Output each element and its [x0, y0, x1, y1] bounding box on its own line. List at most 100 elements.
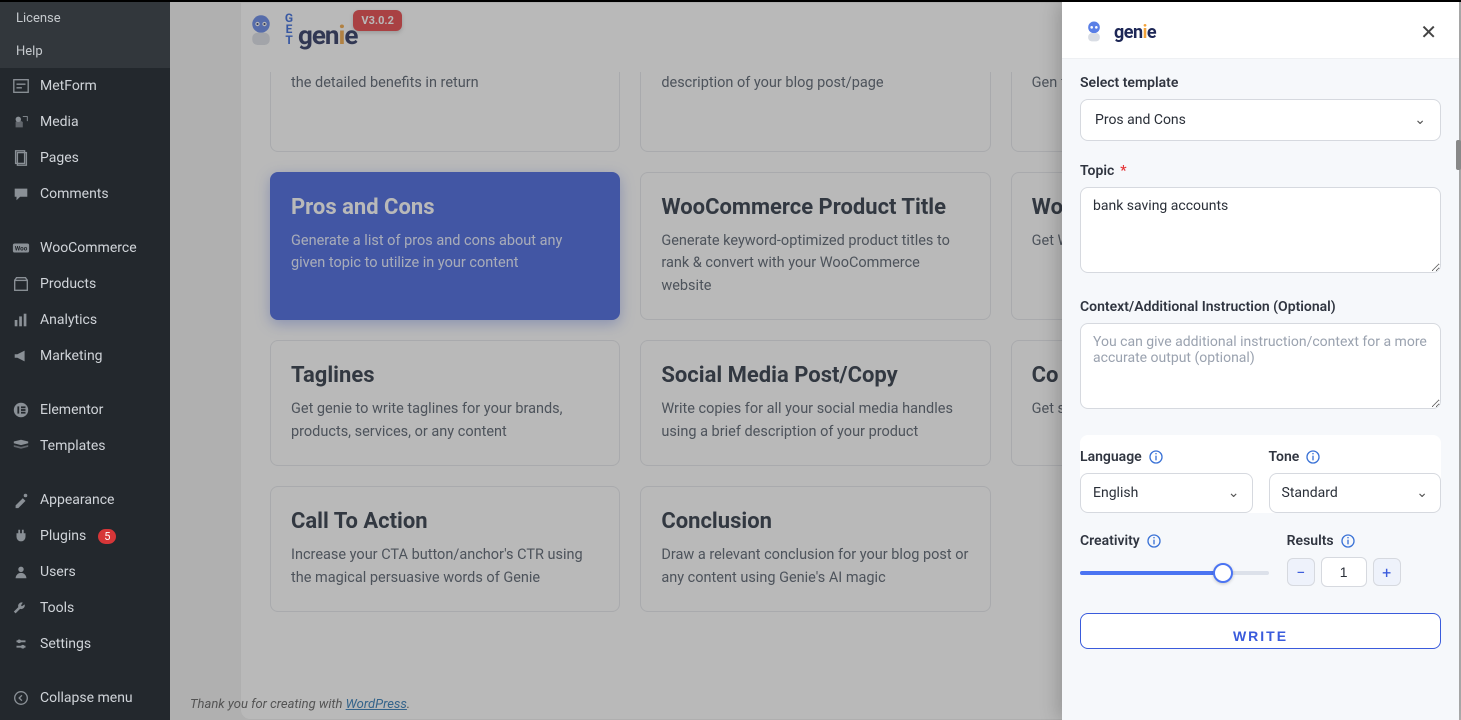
- chevron-down-icon: ⌄: [1228, 485, 1240, 501]
- language-select[interactable]: English ⌄: [1080, 473, 1253, 513]
- comments-icon: [12, 185, 30, 203]
- update-count-badge: 5: [98, 529, 116, 544]
- analytics-icon: [12, 311, 30, 329]
- genie-logo-icon: [240, 10, 282, 52]
- creativity-label: Creativity: [1080, 533, 1269, 549]
- select-template-dropdown[interactable]: Pros and Cons ⌄: [1080, 99, 1441, 141]
- topic-label-text: Topic: [1080, 163, 1114, 179]
- sidebar-item-settings[interactable]: Settings: [0, 626, 170, 662]
- pages-icon: [12, 149, 30, 167]
- sidebar-item-label: Plugins: [40, 528, 86, 544]
- results-label: Results: [1287, 533, 1441, 549]
- drawer-resizer-handle[interactable]: [1456, 140, 1461, 170]
- marketing-icon: [12, 347, 30, 365]
- sidebar-sub-help[interactable]: Help: [0, 35, 170, 68]
- slider-thumb[interactable]: [1213, 563, 1233, 583]
- sidebar-item-metform[interactable]: MetForm: [0, 68, 170, 104]
- sidebar-item-analytics[interactable]: Analytics: [0, 302, 170, 338]
- template-card-conclusion[interactable]: ConclusionDraw a relevant conclusion for…: [640, 486, 990, 612]
- version-badge: V3.0.2: [353, 10, 402, 31]
- template-card-social[interactable]: Social Media Post/CopyWrite copies for a…: [640, 340, 990, 466]
- language-value: English: [1093, 485, 1138, 501]
- wp-admin-sidebar: License Help MetForm Media PagesComments Wo…: [0, 2, 170, 720]
- products-icon: [12, 275, 30, 293]
- close-icon[interactable]: ✕: [1416, 16, 1441, 48]
- metform-icon: [12, 77, 30, 95]
- footer-suffix: .: [407, 697, 410, 712]
- sidebar-item-elementor[interactable]: Elementor: [0, 392, 170, 428]
- footer-credit: Thank you for creating with WordPress.: [190, 697, 410, 712]
- template-card-woo-title[interactable]: WooCommerce Product TitleGenerate keywor…: [640, 172, 990, 320]
- sidebar-item-label: Marketing: [40, 348, 103, 364]
- info-icon[interactable]: [1305, 449, 1321, 465]
- template-card-desc: Write copies for all your social media h…: [661, 398, 969, 443]
- template-card-title: WooCommerce Product Title: [661, 195, 969, 220]
- footer-wordpress-link[interactable]: WordPress: [346, 697, 407, 712]
- context-textarea[interactable]: [1080, 323, 1441, 409]
- template-card-pros-cons[interactable]: Pros and ConsGenerate a list of pros and…: [270, 172, 620, 320]
- sidebar-item-templates[interactable]: Templates: [0, 428, 170, 464]
- sidebar-item-appearance[interactable]: Appearance: [0, 482, 170, 518]
- collapse-icon: [12, 689, 30, 707]
- topic-textarea[interactable]: [1080, 187, 1441, 273]
- results-increment-button[interactable]: +: [1373, 558, 1401, 586]
- drawer-brand-text: genie: [1114, 22, 1156, 43]
- sidebar-item-label: Templates: [40, 438, 106, 454]
- sidebar-item-marketing[interactable]: Marketing: [0, 338, 170, 374]
- results-decrement-button[interactable]: −: [1287, 558, 1315, 586]
- creativity-label-text: Creativity: [1080, 533, 1140, 549]
- template-card-taglines[interactable]: TaglinesGet genie to write taglines for …: [270, 340, 620, 466]
- footer-prefix: Thank you for creating with: [190, 697, 346, 712]
- drawer-header: genie ✕: [1062, 2, 1459, 59]
- select-template-value: Pros and Cons: [1095, 112, 1186, 128]
- template-card-r0c1[interactable]: description of your blog post/page: [640, 72, 990, 152]
- sidebar-item-label: Settings: [40, 636, 91, 652]
- sidebar-item-label: Analytics: [40, 312, 97, 328]
- template-card-title: Conclusion: [661, 509, 969, 534]
- sidebar-item-comments[interactable]: Comments: [0, 176, 170, 212]
- template-card-title: Call To Action: [291, 509, 599, 534]
- sidebar-item-tools[interactable]: Tools: [0, 590, 170, 626]
- sidebar-item-plugins[interactable]: Plugins 5: [0, 518, 170, 554]
- sidebar-item-label: Users: [40, 564, 76, 580]
- results-label-text: Results: [1287, 533, 1334, 549]
- sidebar-item-label: WooCommerce: [40, 240, 137, 256]
- tone-label-text: Tone: [1269, 449, 1300, 465]
- sidebar-sub-label: License: [16, 11, 61, 26]
- chevron-down-icon: ⌄: [1414, 112, 1426, 128]
- sidebar-item-woocommerce[interactable]: Woo WooCommerce: [0, 230, 170, 266]
- brand-name: GETgenie: [282, 11, 357, 51]
- genie-logo-icon: [1080, 18, 1108, 46]
- info-icon[interactable]: [1340, 533, 1356, 549]
- sidebar-item-label: Appearance: [40, 492, 114, 508]
- language-label-text: Language: [1080, 449, 1142, 465]
- select-template-label: Select template: [1080, 75, 1441, 91]
- results-input[interactable]: [1321, 557, 1367, 587]
- elementor-icon: [12, 401, 30, 419]
- sidebar-item-collapse[interactable]: Collapse menu: [0, 680, 170, 716]
- tone-value: Standard: [1282, 485, 1338, 501]
- slider-fill: [1080, 571, 1223, 575]
- sidebar-item-label: Media: [40, 114, 79, 130]
- sidebar-item-pages[interactable]: Pages: [0, 140, 170, 176]
- info-icon[interactable]: [1146, 533, 1162, 549]
- info-icon[interactable]: [1148, 449, 1164, 465]
- sidebar-item-users[interactable]: Users: [0, 554, 170, 590]
- creativity-slider[interactable]: [1080, 559, 1269, 587]
- admin-topbar: [0, 0, 1461, 2]
- template-card-cta[interactable]: Call To ActionIncrease your CTA button/a…: [270, 486, 620, 612]
- sidebar-item-label: MetForm: [40, 78, 97, 94]
- sidebar-item-products[interactable]: Products: [0, 266, 170, 302]
- drawer-body: Select template Pros and Cons ⌄ Topic* C…: [1062, 59, 1459, 720]
- woo-icon: Woo: [12, 239, 30, 257]
- sidebar-sub-label: Help: [16, 44, 43, 59]
- sidebar-item-label: Elementor: [40, 402, 103, 418]
- sidebar-item-media[interactable]: Media: [0, 104, 170, 140]
- template-card-desc: the detailed benefits in return: [291, 72, 599, 94]
- template-card-r0c0[interactable]: the detailed benefits in return: [270, 72, 620, 152]
- write-button[interactable]: WRITE: [1080, 613, 1441, 649]
- tone-select[interactable]: Standard ⌄: [1269, 473, 1442, 513]
- sidebar-sub-license[interactable]: License: [0, 2, 170, 35]
- template-card-title: Pros and Cons: [291, 195, 599, 220]
- templates-icon: [12, 437, 30, 455]
